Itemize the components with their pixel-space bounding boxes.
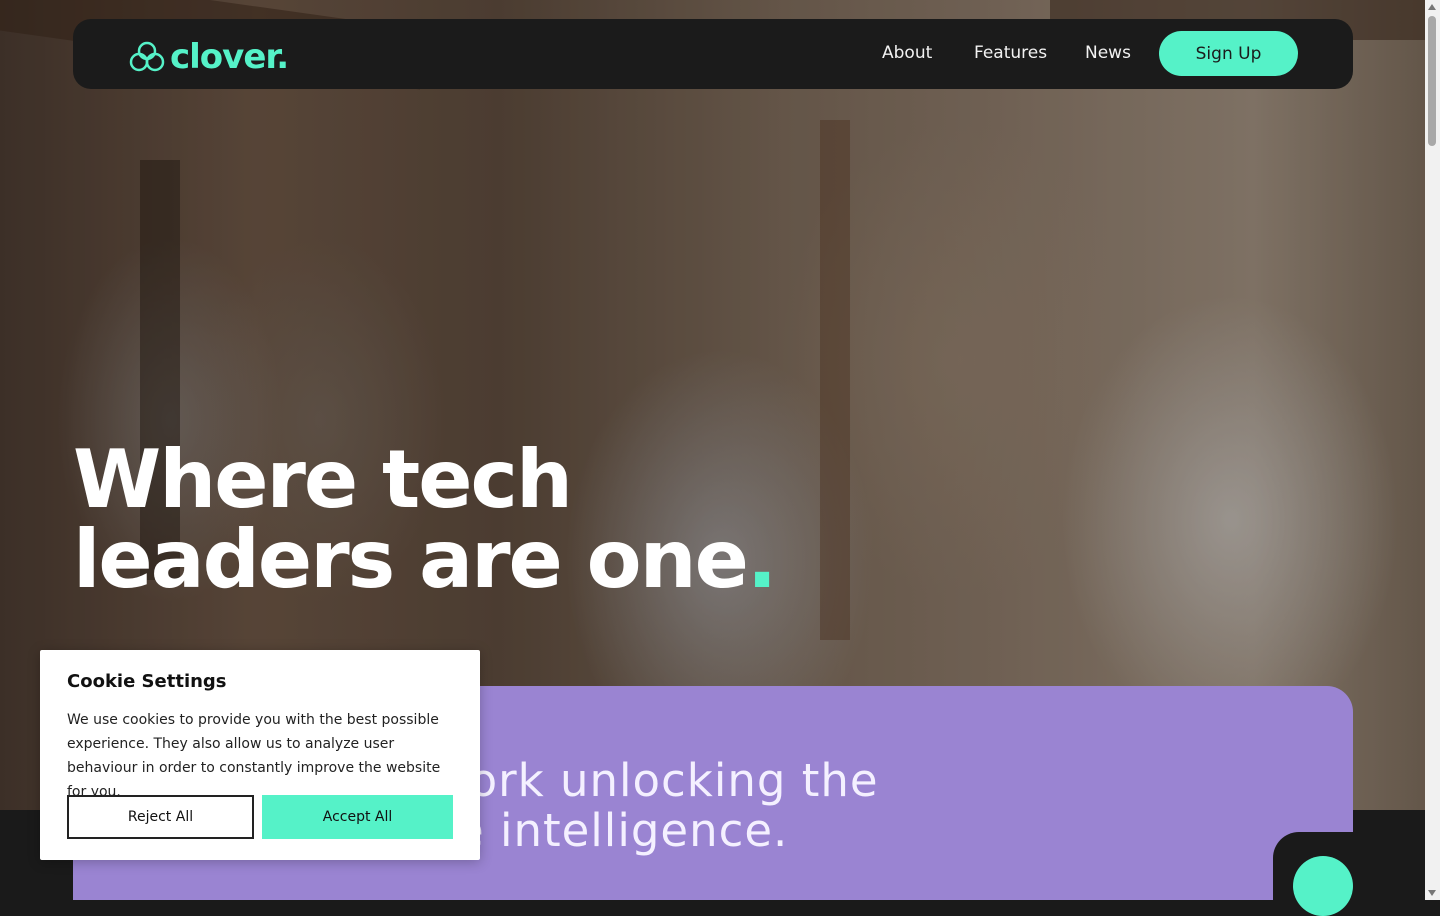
clover-icon bbox=[129, 41, 165, 72]
top-navbar: clover. About Features News Sign Up bbox=[73, 19, 1353, 89]
scrollbar-thumb[interactable] bbox=[1428, 16, 1436, 146]
sign-up-button[interactable]: Sign Up bbox=[1159, 31, 1298, 76]
scroll-circle-button[interactable] bbox=[1293, 856, 1353, 916]
nav-link-news[interactable]: News bbox=[1085, 43, 1131, 63]
reject-all-button[interactable]: Reject All bbox=[67, 795, 254, 839]
cookie-banner: Cookie Settings We use cookies to provid… bbox=[40, 650, 480, 860]
scroll-down-arrow-icon[interactable] bbox=[1428, 890, 1436, 896]
headline-line-2: leaders are one bbox=[73, 513, 749, 606]
brand-logo[interactable]: clover. bbox=[128, 37, 289, 77]
nav-link-about[interactable]: About bbox=[882, 43, 932, 63]
cookie-description: We use cookies to provide you with the b… bbox=[67, 712, 441, 800]
headline-accent-dot: . bbox=[746, 513, 777, 606]
brand-wordmark: clover. bbox=[170, 37, 289, 77]
hero-headline: Where tech leaders are one. bbox=[73, 440, 777, 600]
accept-all-button[interactable]: Accept All bbox=[262, 795, 453, 839]
scroll-up-arrow-icon[interactable] bbox=[1428, 4, 1436, 10]
cookie-title: Cookie Settings bbox=[67, 671, 227, 692]
nav-link-features[interactable]: Features bbox=[974, 43, 1047, 63]
vertical-scrollbar[interactable] bbox=[1425, 0, 1440, 900]
